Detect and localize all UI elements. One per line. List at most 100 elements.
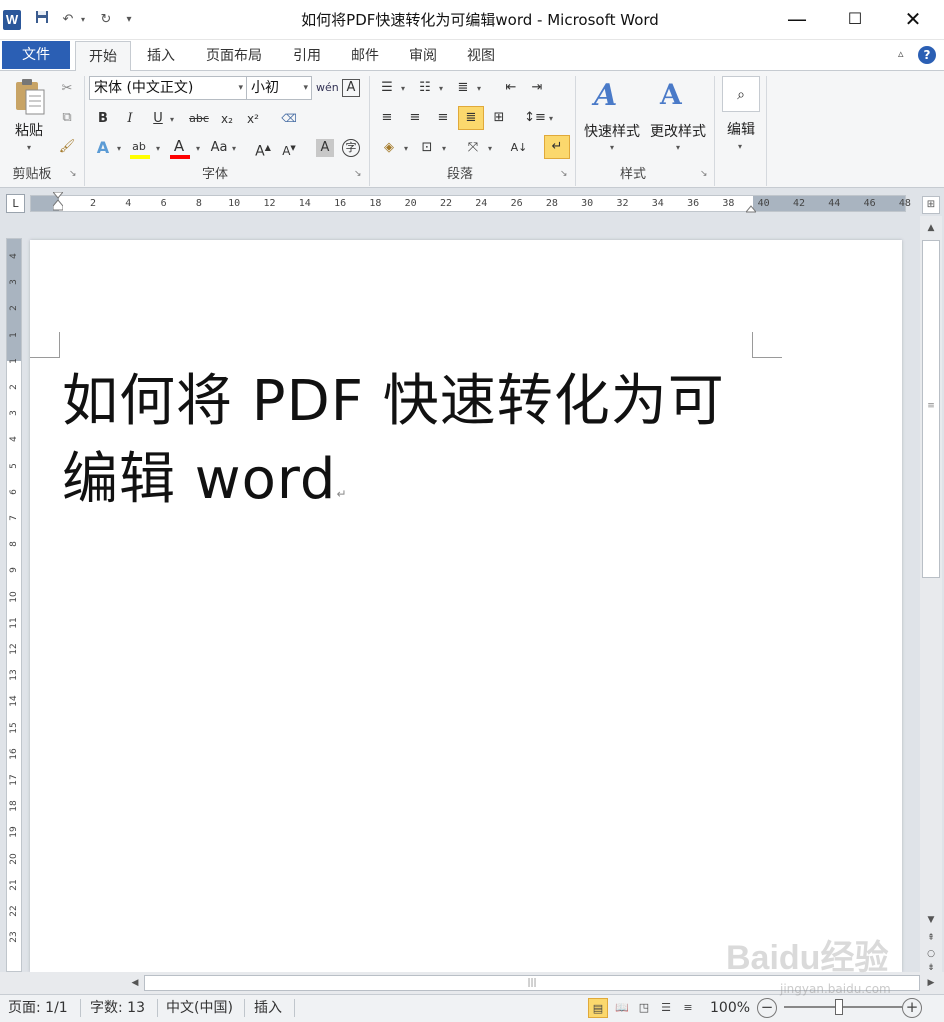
minimize-button[interactable]: — [768, 0, 826, 40]
chinese-layout-icon[interactable]: ⤧ [462, 137, 484, 159]
phonetic-guide-icon[interactable]: wén [316, 77, 339, 99]
multilevel-list-icon[interactable]: ≣ [452, 77, 474, 99]
change-case-dropdown-icon[interactable]: ▾ [230, 144, 238, 153]
character-shading-icon[interactable]: A [316, 139, 334, 157]
strikethrough-icon[interactable]: abc [186, 108, 212, 130]
zoom-slider-track[interactable] [784, 1006, 902, 1008]
align-right-icon[interactable]: ≡ [432, 107, 454, 129]
zoom-slider-thumb[interactable] [835, 999, 843, 1015]
styles-launcher-icon[interactable]: ↘ [700, 169, 710, 179]
scroll-left-icon[interactable]: ◀ [126, 975, 144, 991]
full-screen-reading-icon[interactable]: 📖 [612, 998, 632, 1018]
document-text[interactable]: 如何将 PDF 快速转化为可 编辑 word↵ [62, 363, 762, 533]
character-border-icon[interactable]: A [342, 79, 360, 97]
indent-marker-icon[interactable] [51, 191, 65, 216]
shrink-font-icon[interactable]: A▼ [278, 137, 300, 159]
ruler-toggle-icon[interactable]: ⊞ [922, 196, 940, 214]
tab-view[interactable]: 视图 [458, 41, 504, 71]
tab-insert[interactable]: 插入 [138, 41, 184, 71]
undo-icon[interactable]: ↶ [58, 10, 78, 30]
paste-icon[interactable] [12, 78, 46, 116]
tab-file[interactable]: 文件 [2, 41, 70, 69]
clipboard-launcher-icon[interactable]: ↘ [69, 169, 79, 179]
quick-styles-dropdown-icon[interactable]: ▾ [608, 143, 616, 152]
vertical-ruler[interactable]: 4 3 2 1 1 2 3 4 5 6 7 8 9 10 11 12 13 14 15 16 17 18 19 20 21 22 2… [6, 238, 22, 972]
help-icon[interactable]: ? [918, 46, 936, 64]
line-spacing-dropdown-icon[interactable]: ▾ [547, 114, 555, 123]
shading-dropdown-icon[interactable]: ▾ [402, 144, 410, 153]
multilevel-dropdown-icon[interactable]: ▾ [475, 84, 483, 93]
borders-dropdown-icon[interactable]: ▾ [440, 144, 448, 153]
distributed-icon[interactable]: ⊞ [488, 107, 510, 129]
horizontal-ruler[interactable]: 2 4 6 8 10 12 14 16 18 20 22 24 26 28 30 32 34 36 38 40 42 44… [30, 195, 911, 212]
customize-qat-icon[interactable]: ▾ [122, 10, 136, 30]
scroll-down-icon[interactable]: ▼ [922, 912, 940, 928]
tab-review[interactable]: 审阅 [400, 41, 446, 71]
tab-home[interactable]: 开始 [75, 41, 131, 71]
word-icon[interactable]: W [3, 10, 21, 30]
align-center-icon[interactable]: ≡ [404, 107, 426, 129]
zoom-level[interactable]: 100% [704, 997, 756, 1019]
show-hide-marks-icon[interactable]: ↵ [544, 135, 570, 159]
tab-selector-icon[interactable]: L [6, 194, 25, 213]
justify-icon[interactable]: ≣ [458, 106, 484, 130]
change-case-icon[interactable]: Aa [208, 137, 230, 159]
right-indent-marker-icon[interactable] [744, 203, 758, 213]
chinese-layout-dropdown-icon[interactable]: ▾ [486, 144, 494, 153]
grow-font-icon[interactable]: A▲ [252, 137, 274, 160]
italic-icon[interactable]: I [119, 108, 141, 130]
cut-icon[interactable]: ✂ [56, 78, 78, 100]
close-button[interactable]: ✕ [884, 0, 942, 40]
format-painter-icon[interactable]: 🖌 [56, 136, 78, 158]
change-styles-button[interactable]: 更改样式 [645, 121, 711, 141]
quick-styles-icon[interactable]: A [594, 78, 628, 116]
document-page[interactable] [30, 240, 902, 972]
tab-mailings[interactable]: 邮件 [342, 41, 388, 71]
undo-dropdown-icon[interactable]: ▾ [78, 10, 88, 30]
zoom-out-icon[interactable]: − [757, 998, 777, 1018]
find-binoculars-icon[interactable]: ⌕ [722, 76, 760, 112]
font-size-combo[interactable]: 小初 ▾ [246, 76, 312, 100]
collapse-ribbon-icon[interactable]: ▵ [898, 47, 904, 60]
superscript-icon[interactable]: x² [242, 108, 264, 130]
borders-icon[interactable]: ⊡ [416, 137, 438, 159]
underline-icon[interactable]: U [147, 108, 169, 130]
save-icon[interactable] [32, 10, 52, 30]
align-left-icon[interactable]: ≡ [376, 107, 398, 129]
outline-view-icon[interactable]: ☰ [656, 998, 676, 1018]
shading-icon[interactable]: ◈ [378, 137, 400, 159]
decrease-indent-icon[interactable]: ⇤ [500, 77, 522, 99]
editing-dropdown-icon[interactable]: ▾ [736, 142, 744, 151]
bullets-icon[interactable]: ☰ [376, 77, 398, 99]
bold-icon[interactable]: B [92, 108, 114, 130]
maximize-button[interactable]: ☐ [826, 0, 884, 40]
web-layout-icon[interactable]: ◳ [634, 998, 654, 1018]
paragraph-launcher-icon[interactable]: ↘ [560, 169, 570, 179]
print-layout-view-icon[interactable]: ▤ [588, 998, 608, 1018]
paste-button[interactable]: 粘贴 [12, 120, 46, 140]
font-color-icon[interactable]: A [168, 135, 190, 157]
vertical-scroll-thumb[interactable]: ≡ [922, 240, 940, 578]
sort-icon[interactable]: A↓ [508, 137, 530, 159]
page-count-status[interactable]: 页面: 1/1 [2, 997, 74, 1019]
increase-indent-icon[interactable]: ⇥ [526, 77, 548, 99]
draft-view-icon[interactable]: ≡ [678, 998, 698, 1018]
zoom-in-icon[interactable]: + [902, 998, 922, 1018]
tab-references[interactable]: 引用 [284, 41, 330, 71]
editing-button[interactable]: 编辑 [720, 119, 762, 139]
highlight-dropdown-icon[interactable]: ▾ [154, 144, 162, 153]
text-effects-dropdown-icon[interactable]: ▾ [115, 144, 123, 153]
underline-dropdown-icon[interactable]: ▾ [168, 115, 176, 124]
subscript-icon[interactable]: x₂ [216, 108, 238, 130]
bullets-dropdown-icon[interactable]: ▾ [399, 84, 407, 93]
insert-mode-status[interactable]: 插入 [248, 997, 288, 1019]
numbering-dropdown-icon[interactable]: ▾ [437, 84, 445, 93]
line-spacing-icon[interactable]: ↕≡ [524, 107, 546, 129]
language-status[interactable]: 中文(中国) [160, 997, 239, 1019]
text-effects-icon[interactable]: A [92, 137, 114, 159]
font-name-combo[interactable]: 宋体 (中文正文) ▾ [89, 76, 247, 100]
clear-formatting-icon[interactable]: ⌫ [278, 108, 300, 130]
quick-styles-button[interactable]: 快速样式 [580, 121, 644, 141]
copy-icon[interactable]: ⧉ [56, 107, 78, 129]
font-launcher-icon[interactable]: ↘ [354, 169, 364, 179]
